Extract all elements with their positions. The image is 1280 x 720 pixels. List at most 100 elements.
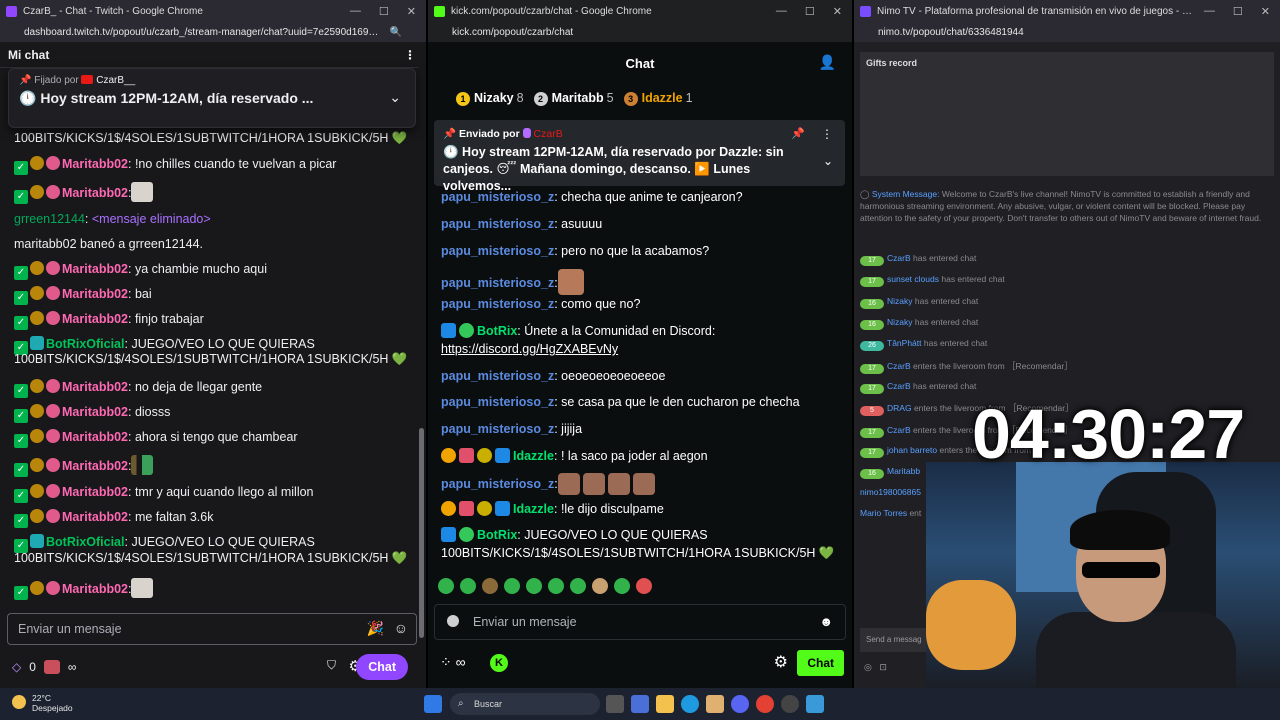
twitch-pinned-message[interactable]: 📌 Fijado por CzarB__ 🕛 Hoy stream 12PM-1… (8, 68, 416, 128)
nimo-address-bar[interactable]: nimo.tv/popout/chat/6336481944 (854, 22, 1280, 42)
pin-icon[interactable]: 📌 (791, 127, 805, 140)
top-gifter[interactable]: 3 Idazzle 1 (623, 91, 693, 106)
kick-address-bar[interactable]: kick.com/popout/czarb/chat (428, 22, 852, 42)
discord-icon[interactable] (731, 695, 749, 713)
minimize-icon[interactable]: — (1204, 5, 1215, 18)
chat-username[interactable]: papu_misterioso_z (441, 422, 554, 436)
top-gifter[interactable]: 2 Maritabb 5 (533, 91, 614, 106)
chevron-down-icon[interactable]: ⌄ (823, 154, 833, 168)
chat-username[interactable]: Idazzle (513, 502, 554, 516)
chevron-down-icon[interactable]: ⌄ (389, 89, 401, 106)
chat-username[interactable]: johan barreto (887, 445, 937, 455)
chat-username[interactable]: Maritabb02 (62, 405, 128, 419)
chat-username[interactable]: Nizaky (887, 317, 913, 327)
chat-username[interactable]: papu_misterioso_z (441, 477, 554, 491)
kick-chat-button[interactable]: Chat (797, 650, 844, 676)
file-explorer-icon[interactable] (656, 695, 674, 713)
chat-username[interactable]: Maritabb02 (62, 186, 128, 200)
window-controls[interactable]: — ☐ ✕ (776, 5, 846, 18)
emote-icon[interactable] (438, 578, 454, 594)
emote-icon[interactable] (614, 578, 630, 594)
close-icon[interactable]: ✕ (407, 5, 416, 18)
chat-text[interactable]: https://discord.gg/HgZXABEvNy (441, 342, 618, 356)
notepad-icon[interactable] (806, 695, 824, 713)
chat-username[interactable]: sunset clouds (887, 274, 939, 284)
chat-username[interactable]: Maritabb (887, 466, 920, 476)
edge-icon[interactable] (681, 695, 699, 713)
maximize-icon[interactable]: ☐ (805, 5, 815, 18)
emote-icon[interactable] (504, 578, 520, 594)
emote-picker-icon[interactable]: ☻ (819, 614, 833, 629)
shield-icon[interactable]: ⛉ (327, 658, 336, 673)
kick-chat-input[interactable]: Enviar un mensaje ☻ (434, 604, 846, 640)
window-controls[interactable]: — ☐ ✕ (350, 5, 420, 18)
emote-icon[interactable] (460, 578, 476, 594)
chat-username[interactable]: Maritabb02 (62, 380, 128, 394)
chat-username[interactable]: BotRix (477, 324, 517, 338)
gear-icon[interactable]: ⚙ (774, 652, 788, 672)
emote-icon[interactable] (636, 578, 652, 594)
kick-pinned-message[interactable]: 📌 Enviado por CzarB 🕛 Hoy stream 12PM-12… (434, 120, 845, 193)
store-icon[interactable] (706, 695, 724, 713)
chat-username[interactable]: Maritabb02 (62, 312, 128, 326)
emote-icon[interactable] (570, 578, 586, 594)
twitch-url[interactable]: dashboard.twitch.tv/popout/u/czarb_/stre… (24, 27, 384, 38)
chat-username[interactable]: BotRixOficial (46, 535, 125, 549)
chat-username[interactable]: TânPhátt (887, 338, 922, 348)
points-icon[interactable]: ⁘ ∞ (440, 654, 466, 671)
more-options-icon[interactable]: ⋮ (821, 127, 833, 141)
obs-icon[interactable] (781, 695, 799, 713)
twitch-chat-input[interactable]: Enviar un mensaje 🎉 ☺ (7, 613, 417, 645)
chat-username[interactable]: Idazzle (513, 449, 554, 463)
kick-logo-icon[interactable]: K (490, 654, 508, 672)
pinned-apps[interactable] (606, 695, 824, 713)
chat-username[interactable]: Maritabb02 (62, 287, 128, 301)
emote-picker-icon[interactable]: ☺ (394, 620, 408, 636)
zoom-icon[interactable]: 🔍 (390, 27, 402, 38)
chat-username[interactable]: papu_misterioso_z (441, 276, 554, 290)
taskbar-icons[interactable] (424, 695, 442, 713)
twitch-scrollbar[interactable] (418, 48, 426, 688)
chat-username[interactable]: Nizaky (887, 296, 913, 306)
nimo-url[interactable]: nimo.tv/popout/chat/6336481944 (878, 27, 1256, 38)
chat-username[interactable]: CzarB (887, 381, 911, 391)
chat-username[interactable]: CzarB (887, 253, 911, 263)
chat-username[interactable]: Maritabb02 (62, 459, 128, 473)
chat-username[interactable]: papu_misterioso_z (441, 244, 554, 258)
maximize-icon[interactable]: ☐ (379, 5, 389, 18)
kick-url[interactable]: kick.com/popout/czarb/chat (452, 27, 828, 38)
chat-username[interactable]: DRAG (887, 403, 912, 413)
emote-icon[interactable] (548, 578, 564, 594)
chat-username[interactable]: Maritabb02 (62, 430, 128, 444)
chat-username[interactable]: Maritabb02 (62, 157, 128, 171)
app-icon[interactable] (631, 695, 649, 713)
top-gifter[interactable]: 1 Nizaky 8 (456, 91, 524, 106)
taskbar-search[interactable]: ⌕ Buscar (450, 693, 600, 715)
chat-username[interactable]: CzarB (887, 361, 911, 371)
users-icon[interactable]: 👤 (819, 54, 836, 71)
task-view-icon[interactable] (606, 695, 624, 713)
close-icon[interactable]: ✕ (1261, 5, 1270, 18)
chat-username[interactable]: Maritabb02 (62, 582, 128, 596)
close-icon[interactable]: ✕ (833, 5, 842, 18)
chat-username[interactable]: Maritabb02 (62, 510, 128, 524)
chat-username[interactable]: Mario Torres (860, 508, 907, 518)
minimize-icon[interactable]: — (350, 5, 361, 18)
chat-username[interactable]: grreen12144 (14, 212, 85, 226)
chat-username[interactable]: papu_misterioso_z (441, 297, 554, 311)
twitch-chat-button[interactable]: Chat (356, 654, 408, 680)
chat-username[interactable]: BotRixOficial (46, 337, 125, 351)
nimo-input-icons[interactable]: ◎ ⊡ (864, 662, 887, 673)
chat-username[interactable]: nimo198006865 (860, 487, 921, 497)
party-icon[interactable]: 🎉 (367, 620, 384, 637)
maximize-icon[interactable]: ☐ (1233, 5, 1243, 18)
chat-username[interactable]: papu_misterioso_z (441, 395, 554, 409)
chat-username[interactable]: papu_misterioso_z (441, 217, 554, 231)
chat-username[interactable]: BotRix (477, 528, 517, 542)
twitch-address-bar[interactable]: dashboard.twitch.tv/popout/u/czarb_/stre… (0, 22, 426, 42)
start-icon[interactable] (424, 695, 442, 713)
chat-username[interactable]: CzarB (887, 425, 911, 435)
chat-username[interactable]: Maritabb02 (62, 485, 128, 499)
kick-emote-bar[interactable] (438, 578, 652, 594)
emote-icon[interactable] (482, 578, 498, 594)
